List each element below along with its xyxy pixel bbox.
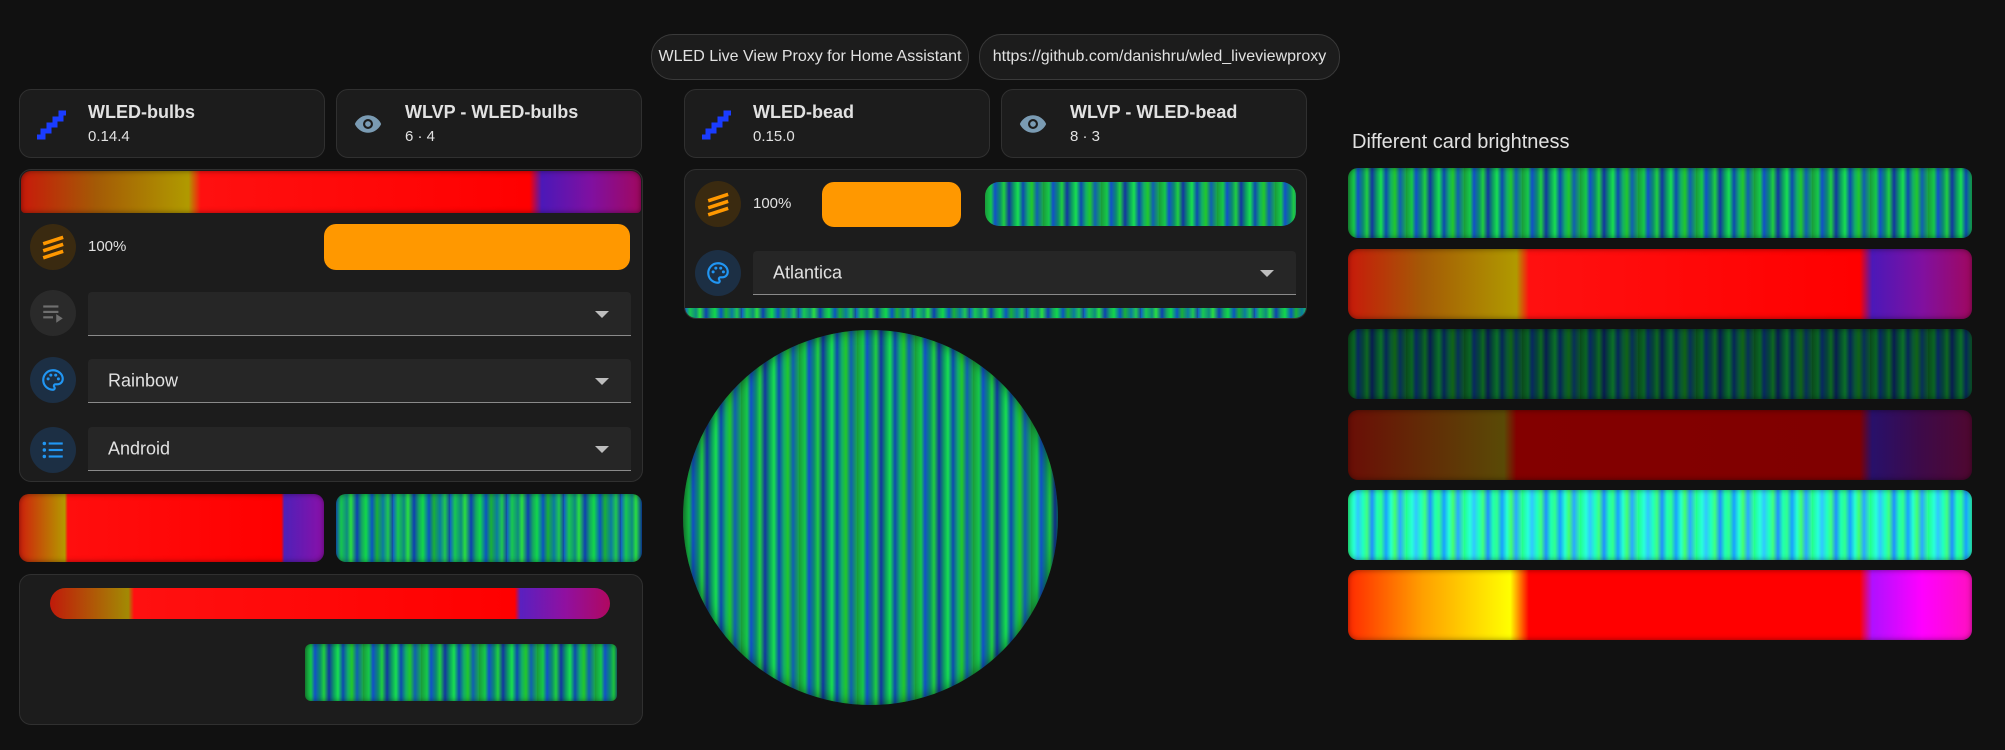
chevron-down-icon <box>595 445 609 453</box>
brightness-percent: 100% <box>88 238 127 255</box>
device-version: 0.15.0 <box>753 128 795 145</box>
title-chip-label: WLED Live View Proxy for Home Assistant <box>658 48 962 65</box>
title-chip[interactable]: WLED Live View Proxy for Home Assistant <box>651 34 969 80</box>
liveview-strip <box>21 171 641 213</box>
palette-select[interactable]: Atlantica <box>753 251 1296 295</box>
brightness-slider[interactable] <box>324 224 630 270</box>
effect-select[interactable] <box>88 292 631 336</box>
eye-icon <box>351 107 385 141</box>
palette-select[interactable]: Rainbow <box>88 359 631 403</box>
liveview-name: WLVP - WLED-bulbs <box>405 102 579 122</box>
wled-logo-icon <box>34 107 68 141</box>
liveview-stats: 6 · 4 <box>405 128 436 145</box>
playlist-play-icon <box>43 305 63 323</box>
brightness-strip-1 <box>1348 168 1972 238</box>
preset-select[interactable]: Android <box>88 427 631 471</box>
brightness-strip-4 <box>1348 410 1972 480</box>
brightness-strip-2 <box>1348 249 1972 319</box>
section-title: Different card brightness <box>1352 131 1570 153</box>
palette-icon-badge <box>30 357 76 403</box>
palette-select-value: Atlantica <box>773 262 843 282</box>
wled-bulbs-control-card: 100% Rainbow Android <box>19 169 643 482</box>
github-link-chip[interactable]: https://github.com/danishru/wled_livevie… <box>979 34 1340 80</box>
eye-icon <box>1016 107 1050 141</box>
liveview-preview-card <box>19 574 643 725</box>
liveview-name: WLVP - WLED-bead <box>1070 102 1238 122</box>
liveview-stats: 8 · 3 <box>1070 128 1101 145</box>
palette-icon-badge <box>695 250 741 296</box>
liveview-strip-inline <box>985 182 1296 226</box>
effect-icon-badge[interactable] <box>30 224 76 270</box>
palette-icon <box>42 369 64 391</box>
preset-select-value: Android <box>108 438 171 458</box>
format-list-bulleted-icon <box>42 441 63 459</box>
wled-logo-icon <box>699 107 733 141</box>
chevron-down-icon <box>595 310 609 318</box>
effect-select-icon-badge <box>30 290 76 336</box>
brightness-strip-6 <box>1348 570 1972 640</box>
liveview-tile-wled-bead[interactable]: WLVP - WLED-bead 8 · 3 <box>1001 89 1307 158</box>
liveview-circle <box>683 330 1058 705</box>
device-name: WLED-bulbs <box>88 102 195 122</box>
liveview-tile-wled-bulbs[interactable]: WLVP - WLED-bulbs 6 · 4 <box>336 89 642 158</box>
liveview-strip-bulbs-small <box>19 494 324 562</box>
chevron-down-icon <box>1260 269 1274 277</box>
liveview-strip-bottom <box>685 308 1306 318</box>
device-name: WLED-bead <box>753 102 854 122</box>
github-link-label: https://github.com/danishru/wled_livevie… <box>992 48 1327 65</box>
wled-bead-control-card: 100% Atlantica <box>684 169 1307 319</box>
brightness-strip-5 <box>1348 490 1972 560</box>
brightness-strip-3 <box>1348 329 1972 399</box>
effect-icon-badge[interactable] <box>695 181 741 227</box>
brightness-slider[interactable] <box>822 182 961 227</box>
palette-select-value: Rainbow <box>108 370 179 390</box>
brightness-percent: 100% <box>753 195 792 212</box>
liveview-strip-rounded <box>50 588 610 619</box>
liveview-strip-bead-card <box>305 644 617 701</box>
preset-icon-badge <box>30 427 76 473</box>
chevron-down-icon <box>595 377 609 385</box>
device-tile-wled-bulbs[interactable]: WLED-bulbs 0.14.4 <box>19 89 325 158</box>
movie-roll-icon <box>42 235 64 260</box>
movie-roll-icon <box>707 192 729 217</box>
device-version: 0.14.4 <box>88 128 130 145</box>
device-tile-wled-bead[interactable]: WLED-bead 0.15.0 <box>684 89 990 158</box>
liveview-strip-bead-small <box>336 494 642 562</box>
palette-icon <box>707 262 729 284</box>
